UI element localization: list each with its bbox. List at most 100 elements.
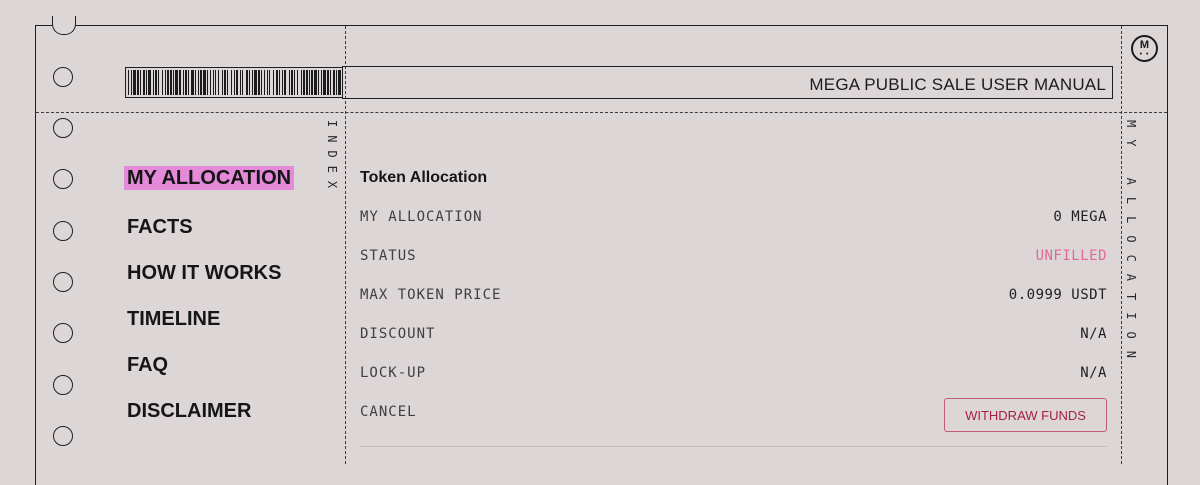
- barcode-bar: [131, 70, 132, 95]
- barcode-bar: [170, 70, 172, 95]
- barcode-bar: [338, 70, 341, 95]
- status-value: UNFILLED: [1035, 248, 1107, 264]
- barcode-bar: [185, 70, 187, 95]
- barcode-bar: [231, 70, 232, 95]
- barcode-bar: [200, 70, 202, 95]
- barcode-bar: [133, 70, 136, 95]
- barcode-bar: [179, 70, 181, 95]
- barcode-bar: [279, 70, 280, 95]
- row-label: STATUS: [360, 248, 417, 264]
- barcode-bar: [162, 70, 163, 95]
- barcode-bar: [246, 70, 248, 95]
- row-value: N/A: [1080, 365, 1107, 381]
- barcode-bar: [323, 70, 326, 95]
- page-title: MEGA PUBLIC SALE USER MANUAL: [809, 75, 1106, 94]
- binder-hole: [53, 272, 73, 292]
- logo-dots: • •: [1139, 51, 1150, 58]
- barcode-bar: [252, 70, 253, 95]
- header-divider: [36, 112, 1167, 113]
- barcode-bar: [175, 70, 178, 95]
- barcode-bar: [267, 70, 268, 95]
- barcode-bar: [273, 70, 274, 95]
- barcode-bar: [236, 70, 238, 95]
- barcode-bar: [291, 70, 293, 95]
- row-label: MY ALLOCATION: [360, 209, 483, 225]
- barcode-bar: [213, 70, 214, 95]
- row-value: N/A: [1080, 326, 1107, 342]
- row-max-token-price: MAX TOKEN PRICE 0.0999 USDT: [360, 287, 1107, 307]
- barcode-bar: [282, 70, 283, 95]
- row-status: STATUS UNFILLED: [360, 248, 1107, 268]
- barcode-bar: [242, 70, 243, 95]
- barcode-bar: [269, 70, 270, 95]
- withdraw-funds-button[interactable]: WITHDRAW FUNDS: [944, 398, 1107, 432]
- binder-hole: [53, 118, 73, 138]
- barcode-bar: [303, 70, 305, 95]
- barcode-bar: [153, 70, 154, 95]
- barcode-bar: [173, 70, 174, 95]
- barcode-bar: [276, 70, 278, 95]
- row-lock-up: LOCK-UP N/A: [360, 365, 1107, 385]
- nav-item-timeline[interactable]: TIMELINE: [127, 308, 220, 331]
- section-divider: [360, 446, 1107, 447]
- barcode-bar: [140, 70, 141, 95]
- barcode-bar: [207, 70, 208, 95]
- nav-item-my-allocation[interactable]: MY ALLOCATION: [124, 166, 295, 190]
- row-value: 0.0999 USDT: [1008, 287, 1107, 303]
- barcode-bar: [137, 70, 139, 95]
- barcode-bar: [284, 70, 286, 95]
- barcode-bar: [222, 70, 223, 95]
- barcode-bar: [198, 70, 199, 95]
- barcode-bar: [210, 70, 211, 95]
- my-allocation-vertical-label: MY ALLOCATION: [1124, 120, 1138, 370]
- section-title: Token Allocation: [360, 169, 488, 186]
- barcode-lines: [128, 70, 341, 95]
- barcode-bar: [289, 70, 290, 95]
- barcode-bar: [258, 70, 260, 95]
- barcode-bar: [215, 70, 216, 95]
- barcode-bar: [195, 70, 196, 95]
- barcode-bar: [249, 70, 250, 95]
- barcode-bar: [240, 70, 241, 95]
- barcode-bar: [218, 70, 219, 95]
- barcode-bar: [336, 70, 337, 95]
- binder-hole: [53, 169, 73, 189]
- page-notch: [52, 16, 76, 35]
- nav-item-disclaimer[interactable]: DISCLAIMER: [127, 400, 251, 423]
- nav-item-how-it-works[interactable]: HOW IT WORKS: [127, 262, 281, 285]
- row-label: DISCOUNT: [360, 326, 436, 342]
- barcode-bar: [330, 70, 331, 95]
- barcode-bar: [143, 70, 145, 95]
- barcode-bar: [167, 70, 169, 95]
- barcode-bar: [128, 70, 129, 95]
- barcode-bar: [234, 70, 235, 95]
- barcode-bar: [165, 70, 166, 95]
- barcode-bar: [321, 70, 322, 95]
- barcode-bar: [301, 70, 302, 95]
- barcode-bar: [158, 70, 159, 95]
- binder-hole: [53, 323, 73, 343]
- logo-letter: M: [1139, 39, 1150, 51]
- barcode-bar: [327, 70, 329, 95]
- barcode-bar: [294, 70, 295, 95]
- barcode-bar: [155, 70, 157, 95]
- barcode-bar: [183, 70, 184, 95]
- nav-item-facts[interactable]: FACTS: [127, 216, 193, 239]
- mega-logo-icon[interactable]: M • •: [1131, 35, 1158, 62]
- barcode-bar: [264, 70, 265, 95]
- side-divider: [1121, 26, 1122, 464]
- index-vertical-label: INDEX: [325, 120, 339, 197]
- barcode-bar: [311, 70, 313, 95]
- header-title-box: MEGA PUBLIC SALE USER MANUAL: [342, 66, 1113, 99]
- barcode-bar: [254, 70, 257, 95]
- barcode-bar: [318, 70, 319, 95]
- barcode-graphic: [125, 67, 343, 98]
- row-discount: DISCOUNT N/A: [360, 326, 1107, 346]
- barcode-bar: [297, 70, 298, 95]
- row-label: LOCK-UP: [360, 365, 427, 381]
- nav-item-faq[interactable]: FAQ: [127, 354, 168, 377]
- barcode-bar: [188, 70, 189, 95]
- row-label: CANCEL: [360, 404, 417, 420]
- barcode-bar: [203, 70, 206, 95]
- binder-hole: [53, 67, 73, 87]
